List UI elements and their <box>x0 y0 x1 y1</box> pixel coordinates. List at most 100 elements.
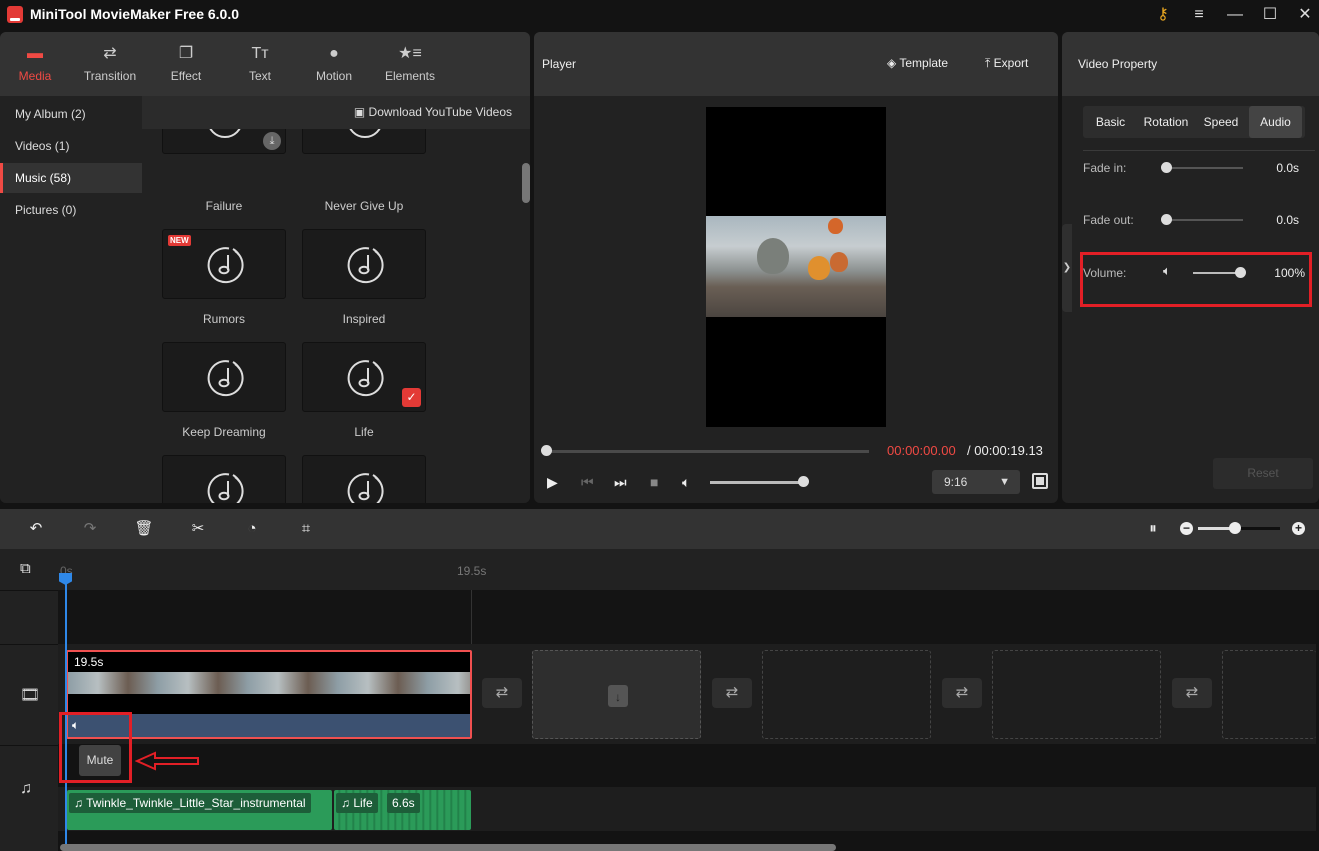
timeline-ruler[interactable] <box>0 549 1319 590</box>
transition-button[interactable]: ⇄ <box>942 678 982 708</box>
title-bar: MiniTool MovieMaker Free 6.0.0 ⚷ ≡ — ☐ ✕ <box>0 0 1319 30</box>
menu-icon[interactable]: ≡ <box>1186 3 1212 27</box>
player-volume-slider[interactable] <box>710 481 802 484</box>
music-card-inspired[interactable] <box>302 229 426 299</box>
music-card-keep-dreaming[interactable] <box>162 342 286 412</box>
key-icon[interactable]: ⚷ <box>1150 3 1176 27</box>
music-clip-label: ♫ Twinkle_Twinkle_Little_Star_instrument… <box>69 793 311 813</box>
crop-icon[interactable]: ⌗ <box>296 519 316 539</box>
volume-highlight-box <box>1080 252 1312 307</box>
redo-icon[interactable]: ↷ <box>80 519 100 539</box>
sidebar-item-music[interactable]: Music (58) <box>0 163 142 193</box>
fade-in-slider[interactable] <box>1165 167 1243 169</box>
minimize-icon[interactable]: — <box>1222 3 1248 27</box>
tab-speed[interactable]: Speed <box>1194 106 1248 138</box>
progress-track[interactable] <box>546 450 869 453</box>
fit-timeline-icon[interactable]: ⏸︎ <box>1143 519 1163 539</box>
download-youtube-button[interactable]: ▣ Download YouTube Videos <box>354 105 512 119</box>
film-icon: 🎞︎ <box>20 687 41 704</box>
checkmark-icon[interactable]: ✓ <box>402 388 421 407</box>
new-badge: NEW <box>168 235 191 246</box>
zoom-out-icon[interactable]: − <box>1180 522 1193 535</box>
tab-rotation[interactable]: Rotation <box>1138 106 1194 138</box>
sidebar-item-my-album[interactable]: My Album (2) <box>0 99 142 129</box>
media-panel: ▬ Media ⇄ Transition ❐ Effect Tт Text ● … <box>0 32 530 503</box>
progress-handle[interactable] <box>541 445 552 456</box>
tab-effect[interactable]: ❐ Effect <box>151 32 221 96</box>
music-clip-label: ♫ Life <box>336 793 378 813</box>
previous-frame-button[interactable]: ⏮ <box>581 474 594 491</box>
tab-text[interactable]: Tт Text <box>225 32 295 96</box>
music-note-icon <box>347 473 384 503</box>
drop-slot[interactable] <box>1222 650 1316 739</box>
stop-button[interactable]: ■ <box>650 474 658 490</box>
total-time: / 00:00:19.13 <box>967 443 1043 458</box>
drop-here-icon: ↓ <box>608 685 628 707</box>
sidebar-item-pictures[interactable]: Pictures (0) <box>0 195 142 225</box>
collapse-panel-button[interactable]: ❯ <box>1062 224 1072 312</box>
add-track-icon[interactable]: ⧉ <box>20 561 36 577</box>
drop-slot[interactable] <box>762 650 931 739</box>
timeline-toolbar: ↶ ↷ 🗑︎ ✂ ◔ ⌗ ⏸︎ <box>0 509 1319 549</box>
music-card-life[interactable]: ✓ <box>302 342 426 412</box>
transition-button[interactable]: ⇄ <box>482 678 522 708</box>
close-icon[interactable]: ✕ <box>1292 3 1318 27</box>
template-button[interactable]: ◈ Template <box>887 56 948 70</box>
youtube-bar: ▣ Download YouTube Videos <box>142 96 530 129</box>
music-clip[interactable]: ♫ Twinkle_Twinkle_Little_Star_instrument… <box>67 790 332 830</box>
track-header-video: 🎞︎ <box>0 644 58 745</box>
transition-button[interactable]: ⇄ <box>1172 678 1212 708</box>
undo-icon[interactable]: ↶ <box>26 519 46 539</box>
clip-duration: 19.5s <box>74 655 104 669</box>
media-scrollbar[interactable] <box>522 163 530 203</box>
tab-audio[interactable]: Audio <box>1249 106 1302 138</box>
music-card-label: Keep Dreaming <box>182 425 266 439</box>
drop-slot[interactable]: ↓ <box>532 650 701 739</box>
music-card-label: Inspired <box>342 312 386 326</box>
fade-in-value: 0.0s <box>1276 161 1299 175</box>
music-library: ▣ Download YouTube Videos ⤓ Failure Neve… <box>142 96 530 503</box>
tab-basic[interactable]: Basic <box>1083 106 1138 138</box>
fade-out-handle[interactable] <box>1161 214 1172 225</box>
ruler-mark-label: 19.5s <box>457 564 487 578</box>
player-volume-handle[interactable] <box>798 476 809 487</box>
fade-out-slider[interactable] <box>1165 219 1243 221</box>
music-card-rumors[interactable]: NEW <box>162 229 286 299</box>
reset-button[interactable]: Reset <box>1213 458 1313 489</box>
zoom-in-icon[interactable]: + <box>1292 522 1305 535</box>
music-card[interactable] <box>302 455 426 503</box>
track-headers: 🎞︎ ♫ <box>0 590 58 851</box>
folder-icon: ▬ <box>27 45 43 62</box>
volume-icon[interactable]: 🔈︎ <box>682 474 690 491</box>
aspect-ratio-select[interactable]: 9:16 ▼ <box>932 470 1020 494</box>
music-card[interactable] <box>162 455 286 503</box>
fade-in-handle[interactable] <box>1161 162 1172 173</box>
tab-media[interactable]: ▬ Media <box>0 32 70 96</box>
elements-icon: ★≡ <box>398 45 422 62</box>
split-icon[interactable]: ✂ <box>188 519 208 539</box>
fade-out-label: Fade out: <box>1083 213 1134 227</box>
maximize-icon[interactable]: ☐ <box>1257 3 1283 27</box>
tab-transition[interactable]: ⇄ Transition <box>75 32 145 96</box>
next-frame-button[interactable]: ⏭ <box>614 474 627 491</box>
tab-elements[interactable]: ★≡ Elements <box>375 32 445 96</box>
export-button[interactable]: ⤒ Export <box>985 56 1028 71</box>
download-icon[interactable]: ⤓ <box>263 132 281 150</box>
timeline-zoom-handle[interactable] <box>1229 522 1241 534</box>
timeline-horizontal-scrollbar[interactable] <box>60 844 836 851</box>
music-note-icon <box>207 247 244 284</box>
fullscreen-icon[interactable] <box>1032 473 1048 489</box>
speed-icon[interactable]: ◔ <box>242 519 262 539</box>
music-note-icon <box>347 247 384 284</box>
music-clip[interactable]: ♫ Life 6.6s <box>334 790 471 830</box>
divider <box>1083 150 1315 151</box>
music-note-icon <box>347 360 384 397</box>
delete-icon[interactable]: 🗑︎ <box>134 519 154 539</box>
drop-slot[interactable] <box>992 650 1161 739</box>
tab-motion[interactable]: ● Motion <box>299 32 369 96</box>
transition-button[interactable]: ⇄ <box>712 678 752 708</box>
play-button[interactable]: ▶ <box>547 474 558 491</box>
current-time: 00:00:00.00 <box>887 443 956 458</box>
sidebar-item-videos[interactable]: Videos (1) <box>0 131 142 161</box>
media-sidebar: My Album (2) Videos (1) Music (58) Pictu… <box>0 96 142 503</box>
